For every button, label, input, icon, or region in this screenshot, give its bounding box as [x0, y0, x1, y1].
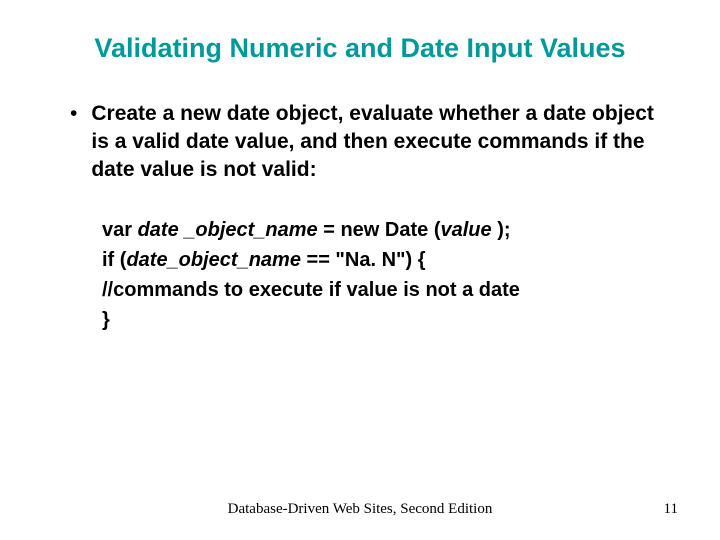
code-block: var date _object_name = new Date (value …	[102, 215, 660, 335]
code-line-1: var date _object_name = new Date (value …	[102, 215, 660, 245]
code-line-2: if (date_object_name == "Na. N") {	[102, 245, 660, 275]
code-line-4: }	[102, 305, 660, 335]
slide-body: • Create a new date object, evaluate whe…	[0, 66, 720, 335]
code-line-3: //commands to execute if value is not a …	[102, 275, 660, 305]
bullet-dot-icon: •	[70, 100, 77, 128]
bullet-text: Create a new date object, evaluate wheth…	[91, 100, 660, 185]
footer-source: Database-Driven Web Sites, Second Editio…	[0, 501, 720, 518]
slide-title: Validating Numeric and Date Input Values	[0, 0, 720, 66]
page-number: 11	[664, 501, 678, 518]
bullet-item: • Create a new date object, evaluate whe…	[72, 100, 660, 185]
